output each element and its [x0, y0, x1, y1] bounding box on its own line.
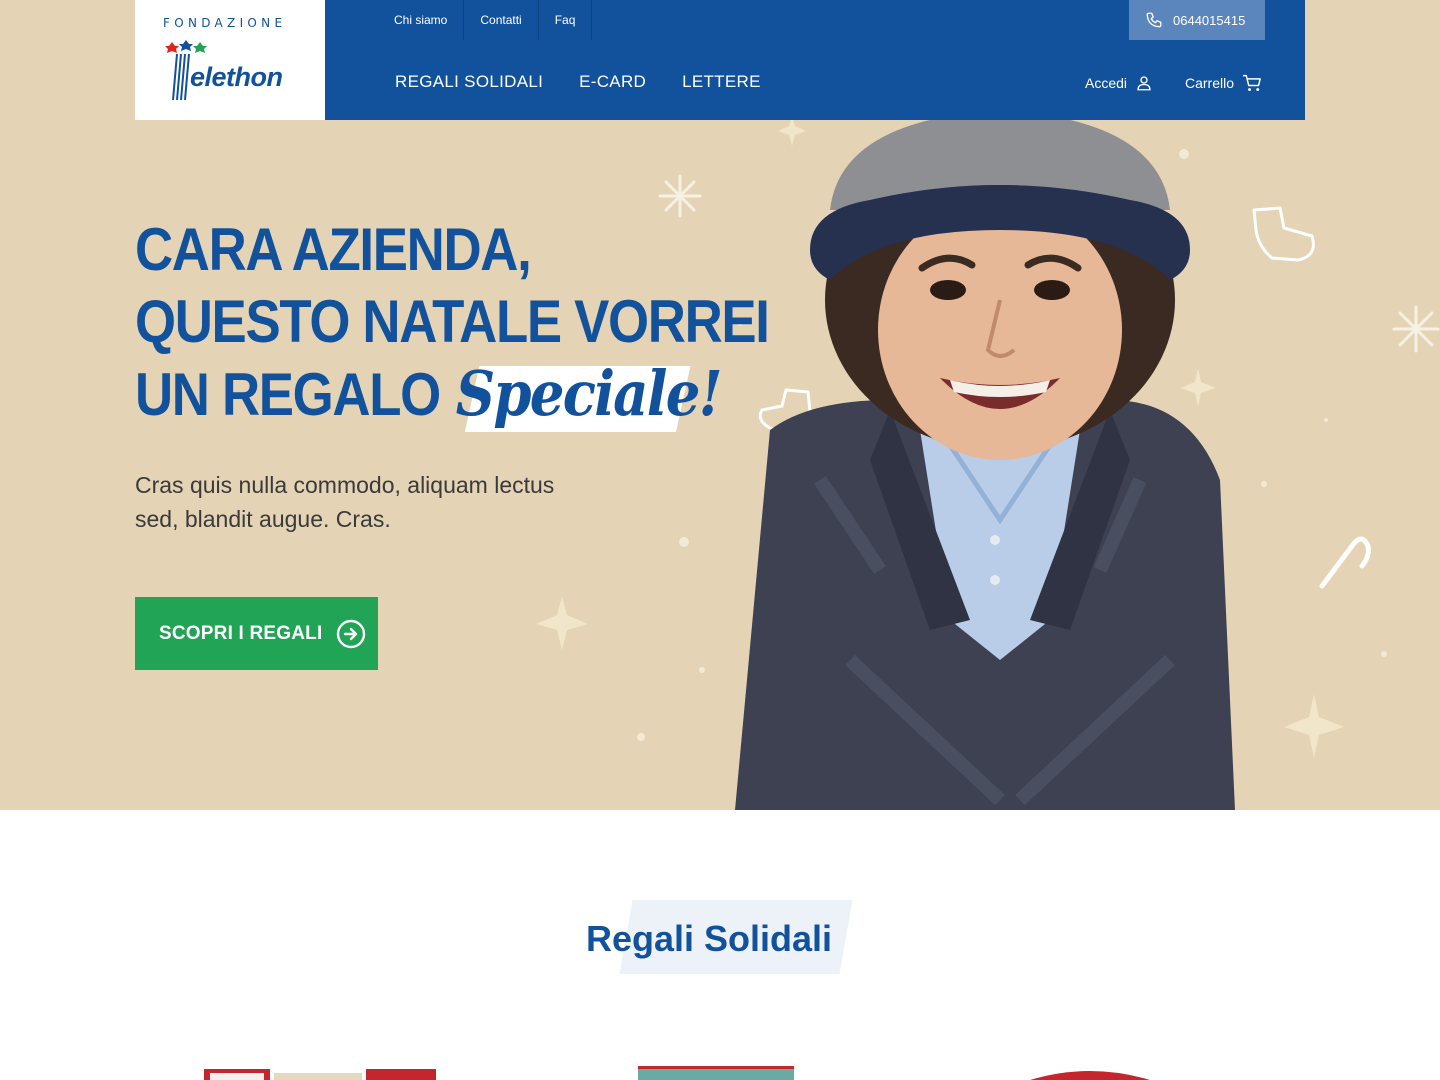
cart-link[interactable]: Carrello	[1185, 74, 1262, 92]
logo-wordmark: elethon	[183, 62, 283, 93]
site-header: FONDAZIONE elethon Chi siamo Contatti Fa…	[135, 0, 1305, 120]
headline-line-2: QUESTO NATALE VORREI	[135, 288, 770, 355]
nav-faq[interactable]: Faq	[539, 0, 593, 40]
phone-button[interactable]: 0644015415	[1129, 0, 1265, 40]
headline-line-3: UN REGALO Speciale!	[135, 357, 769, 432]
product-2-image	[638, 1066, 794, 1080]
product-1-image	[204, 1069, 436, 1080]
scopri-regali-button[interactable]: SCOPRI I REGALI	[135, 597, 378, 670]
headline-line-3-text: UN REGALO	[135, 361, 441, 428]
user-icon	[1137, 76, 1151, 91]
cart-icon	[1243, 74, 1261, 92]
hero-subtext: Cras quis nulla commodo, aliquam lectus …	[135, 472, 555, 532]
candy-cane-icon	[1319, 536, 1371, 589]
utility-nav: Chi siamo Contatti Faq	[379, 0, 593, 40]
product-3-image	[1030, 1071, 1150, 1080]
logo-stars	[165, 40, 207, 53]
logo-wordmark-text: elethon	[190, 62, 283, 92]
phone-icon	[1146, 12, 1162, 28]
headline-line-1: CARA AZIENDA,	[135, 216, 532, 283]
hero-boy-photo	[735, 110, 1235, 810]
cart-label: Carrello	[1185, 75, 1235, 91]
section-title-wrap: Regali Solidali	[586, 900, 854, 974]
nav-contatti[interactable]: Contatti	[464, 0, 539, 40]
main-nav: REGALI SOLIDALI E-CARD LETTERE	[395, 72, 761, 92]
nav-chi-siamo[interactable]: Chi siamo	[379, 0, 465, 40]
cta-label: SCOPRI I REGALI	[159, 622, 323, 644]
speciale-text: Speciale!	[455, 357, 723, 430]
hero-headline: CARA AZIENDA, QUESTO NATALE VORREI UN RE…	[135, 214, 770, 432]
speciale-highlight: Speciale!	[455, 357, 723, 432]
nav-e-card[interactable]: E-CARD	[579, 72, 646, 92]
nav-regali-solidali[interactable]: REGALI SOLIDALI	[395, 72, 543, 92]
phone-number: 0644015415	[1173, 12, 1246, 28]
section-title: Regali Solidali	[586, 918, 833, 959]
login-label: Accedi	[1085, 75, 1128, 91]
product-thumbnails	[204, 1066, 1150, 1080]
login-link[interactable]: Accedi	[1085, 74, 1153, 92]
logo-fondazione-text: FONDAZIONE	[163, 16, 287, 30]
arrow-circle-right-icon	[337, 619, 366, 648]
nav-lettere[interactable]: LETTERE	[682, 72, 761, 92]
logo-slant	[295, 0, 319, 120]
